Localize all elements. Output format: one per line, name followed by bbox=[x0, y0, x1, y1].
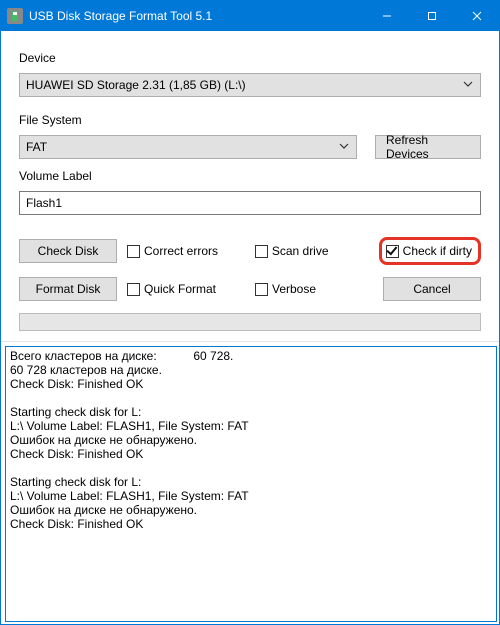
main-panel: Device HUAWEI SD Storage 2.31 (1,85 GB) … bbox=[1, 31, 499, 341]
checkbox-icon bbox=[255, 283, 268, 296]
device-selected: HUAWEI SD Storage 2.31 (1,85 GB) (L:\) bbox=[26, 78, 246, 92]
log-textarea[interactable]: Всего кластеров на диске: 60 728. 60 728… bbox=[5, 346, 497, 622]
correct-errors-checkbox[interactable]: Correct errors bbox=[127, 244, 245, 258]
maximize-button[interactable] bbox=[409, 1, 454, 31]
check-disk-button[interactable]: Check Disk bbox=[19, 239, 117, 263]
checkbox-icon bbox=[127, 245, 140, 258]
close-button[interactable] bbox=[454, 1, 499, 31]
device-label: Device bbox=[19, 51, 481, 65]
checkbox-icon bbox=[386, 245, 399, 258]
scan-drive-checkbox[interactable]: Scan drive bbox=[255, 244, 373, 258]
chevron-down-icon bbox=[462, 78, 474, 93]
device-dropdown[interactable]: HUAWEI SD Storage 2.31 (1,85 GB) (L:\) bbox=[19, 73, 481, 97]
scan-drive-label: Scan drive bbox=[272, 244, 329, 258]
window-title: USB Disk Storage Format Tool 5.1 bbox=[29, 9, 358, 23]
cancel-button[interactable]: Cancel bbox=[383, 277, 481, 301]
file-system-dropdown[interactable]: FAT bbox=[19, 135, 357, 159]
chevron-down-icon bbox=[338, 140, 350, 155]
format-disk-button[interactable]: Format Disk bbox=[19, 277, 117, 301]
progress-bar bbox=[19, 313, 481, 331]
app-window: USB Disk Storage Format Tool 5.1 Device … bbox=[0, 0, 500, 625]
volume-label-input[interactable] bbox=[19, 191, 481, 215]
app-icon bbox=[7, 8, 23, 24]
check-if-dirty-checkbox[interactable]: Check if dirty bbox=[386, 244, 472, 258]
file-system-label: File System bbox=[19, 113, 481, 127]
checkbox-icon bbox=[255, 245, 268, 258]
log-text: Всего кластеров на диске: 60 728. 60 728… bbox=[6, 347, 497, 533]
correct-errors-label: Correct errors bbox=[144, 244, 218, 258]
titlebar[interactable]: USB Disk Storage Format Tool 5.1 bbox=[1, 1, 499, 31]
quick-format-checkbox[interactable]: Quick Format bbox=[127, 282, 245, 296]
verbose-checkbox[interactable]: Verbose bbox=[255, 282, 373, 296]
refresh-devices-button[interactable]: Refresh Devices bbox=[375, 135, 481, 159]
minimize-button[interactable] bbox=[364, 1, 409, 31]
quick-format-label: Quick Format bbox=[144, 282, 216, 296]
checkbox-icon bbox=[127, 283, 140, 296]
volume-label-label: Volume Label bbox=[19, 169, 481, 183]
check-if-dirty-label: Check if dirty bbox=[403, 244, 472, 258]
highlight-annotation: Check if dirty bbox=[379, 237, 481, 265]
file-system-selected: FAT bbox=[26, 140, 47, 154]
verbose-label: Verbose bbox=[272, 282, 316, 296]
log-panel: Всего кластеров на диске: 60 728. 60 728… bbox=[1, 341, 499, 624]
